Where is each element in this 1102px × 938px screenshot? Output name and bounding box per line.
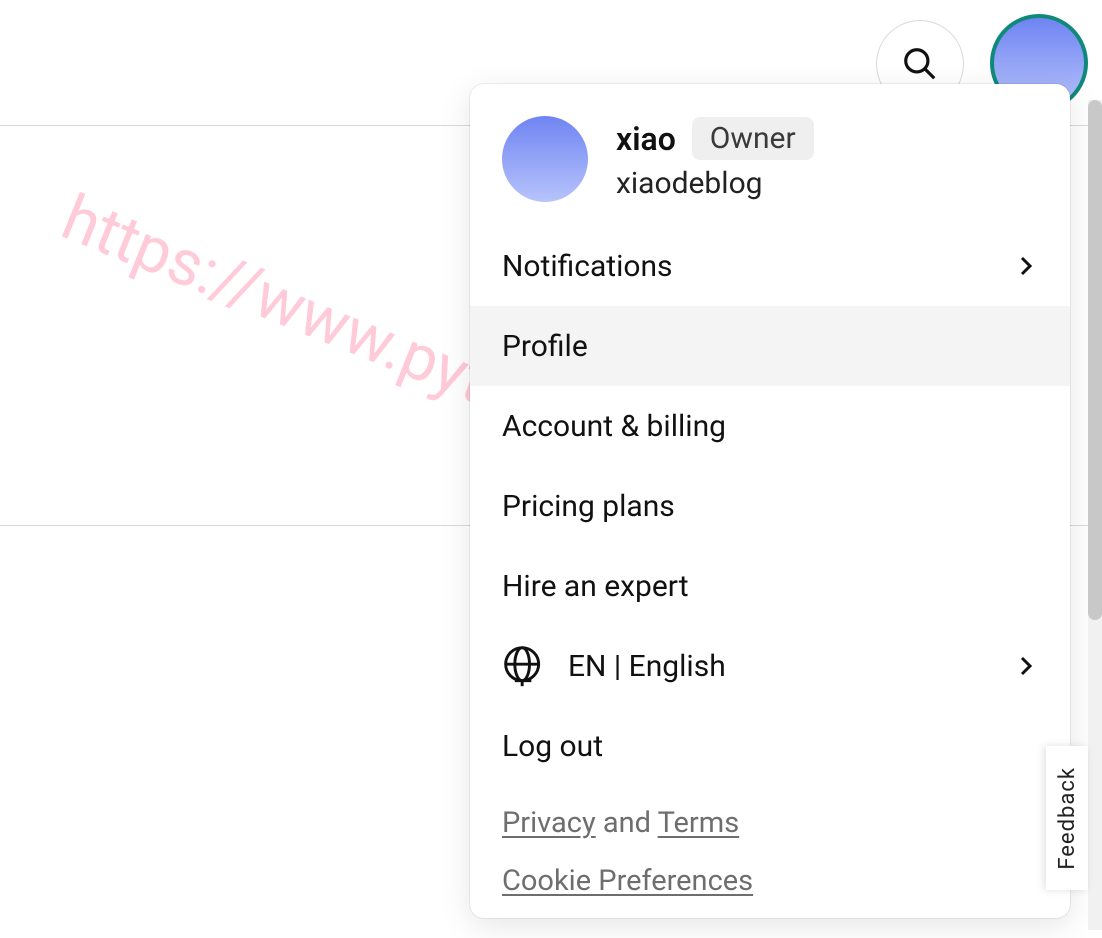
feedback-label: Feedback [1055,767,1080,870]
terms-link[interactable]: Terms [658,806,740,840]
menu-profile-label: Profile [502,329,588,364]
search-icon [901,45,939,83]
account-avatar [502,116,588,202]
menu-language-label: EN | English [568,649,726,684]
menu-profile[interactable]: Profile [470,306,1070,386]
globe-icon [502,644,546,688]
footer-and-text: and [596,806,658,840]
account-username: xiao [616,120,676,158]
account-header: xiao Owner xiaodeblog [470,84,1070,226]
menu-pricing-plans-label: Pricing plans [502,489,675,524]
account-subname: xiaodeblog [616,166,814,201]
menu-notifications-label: Notifications [502,249,673,284]
menu-hire-expert-label: Hire an expert [502,569,689,604]
cookie-preferences-link[interactable]: Cookie Preferences [502,864,753,898]
account-footer: Privacy and Terms Cookie Preferences [470,786,1070,898]
account-user-block: xiao Owner xiaodeblog [616,117,814,201]
account-role-badge: Owner [692,117,814,160]
scrollbar[interactable] [1088,100,1102,930]
scrollbar-thumb[interactable] [1088,100,1102,620]
menu-log-out[interactable]: Log out [470,706,1070,786]
chevron-right-icon [1014,654,1038,678]
menu-account-billing-label: Account & billing [502,409,726,444]
feedback-tab[interactable]: Feedback [1046,746,1088,890]
menu-hire-expert[interactable]: Hire an expert [470,546,1070,626]
chevron-right-icon [1014,254,1038,278]
menu-language[interactable]: EN | English [470,626,1070,706]
menu-log-out-label: Log out [502,729,603,764]
menu-notifications[interactable]: Notifications [470,226,1070,306]
menu-pricing-plans[interactable]: Pricing plans [470,466,1070,546]
privacy-link[interactable]: Privacy [502,806,596,840]
menu-account-billing[interactable]: Account & billing [470,386,1070,466]
account-menu-panel: xiao Owner xiaodeblog Notifications Prof… [470,84,1070,918]
